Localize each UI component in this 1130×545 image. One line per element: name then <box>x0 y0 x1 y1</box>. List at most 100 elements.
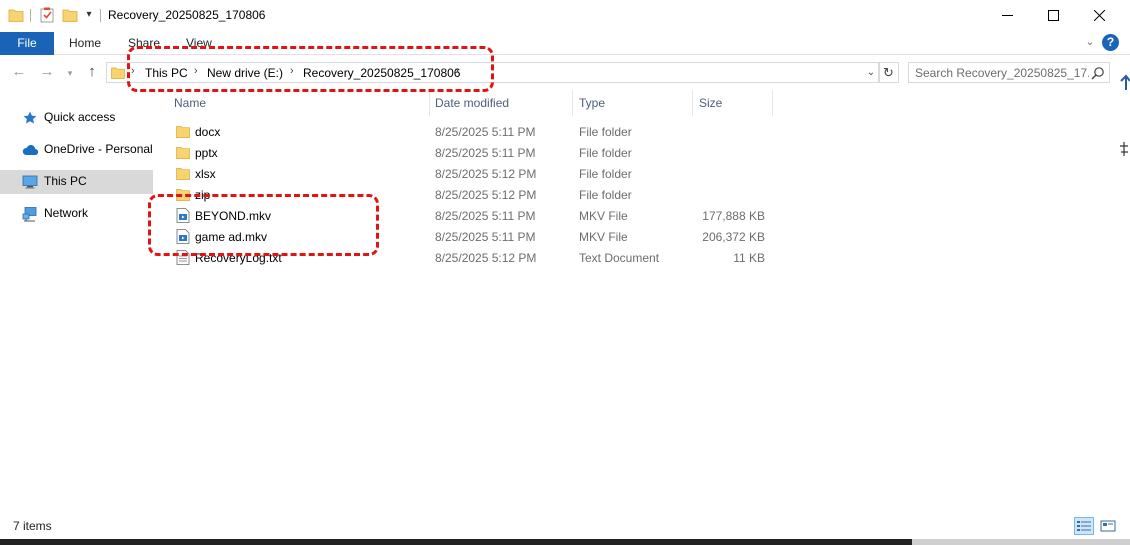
properties-icon[interactable] <box>40 7 55 23</box>
sidebar-item-quick-access[interactable]: Quick access <box>0 106 153 130</box>
file-date: 8/25/2025 5:11 PM <box>435 146 536 160</box>
tab-file[interactable]: File <box>0 32 54 55</box>
sidebar-item-onedrive[interactable]: OneDrive - Personal <box>0 138 153 162</box>
tab-share[interactable]: Share <box>128 36 160 50</box>
search-box[interactable] <box>908 62 1110 83</box>
file-name: docx <box>195 125 221 139</box>
list-item[interactable]: BEYOND.mkv 8/25/2025 5:11 PM MKV File 17… <box>169 205 929 226</box>
column-divider[interactable] <box>692 90 693 116</box>
back-button[interactable]: ← <box>10 64 28 82</box>
cloud-icon <box>22 145 38 156</box>
list-item[interactable]: docx 8/25/2025 5:11 PM File folder <box>169 121 929 142</box>
sidebar-item-label: OneDrive - Personal <box>44 142 153 156</box>
file-name: pptx <box>195 146 218 160</box>
large-icons-view-button[interactable] <box>1098 517 1118 535</box>
expand-ribbon-icon[interactable]: ⌄ <box>1082 34 1098 50</box>
file-date: 8/25/2025 5:12 PM <box>435 251 537 265</box>
file-type: File folder <box>579 188 632 202</box>
details-view-button[interactable] <box>1074 517 1094 535</box>
list-item[interactable]: zip 8/25/2025 5:12 PM File folder <box>169 184 929 205</box>
title-bar: ▾ Recovery_20250825_170806 <box>0 0 1130 32</box>
chevron-right-icon[interactable]: › <box>194 65 198 77</box>
folder-icon <box>176 189 190 202</box>
file-type: MKV File <box>579 209 628 223</box>
folder-icon[interactable] <box>8 7 24 23</box>
minimize-icon <box>1001 14 1013 16</box>
customize-quick-access-icon[interactable]: ▾ <box>83 8 95 22</box>
sidebar-item-label: Quick access <box>44 110 116 124</box>
folder-icon <box>111 67 125 79</box>
close-button[interactable] <box>1076 0 1122 30</box>
star-icon <box>23 111 37 124</box>
folder-icon <box>176 168 190 181</box>
column-divider[interactable] <box>572 90 573 116</box>
list-item[interactable]: pptx 8/25/2025 5:11 PM File folder <box>169 142 929 163</box>
minimize-button[interactable] <box>984 0 1030 30</box>
computer-icon <box>22 175 38 189</box>
window-title: Recovery_20250825_170806 <box>108 8 266 22</box>
up-button[interactable]: ↑ <box>83 64 101 82</box>
address-history-dropdown[interactable]: ⌄ <box>863 65 879 80</box>
search-input[interactable] <box>915 64 1089 81</box>
address-bar[interactable]: › This PC › New drive (E:) › Recovery_20… <box>106 62 880 83</box>
column-header-name[interactable]: Name <box>174 90 206 116</box>
separator <box>30 9 31 22</box>
file-name: zip <box>195 188 211 202</box>
column-divider[interactable] <box>772 90 773 116</box>
separator <box>100 9 101 22</box>
recent-locations-icon[interactable]: ▾ <box>65 65 75 81</box>
ribbon-tabs: File Home Share View ⌄ ? <box>0 32 1130 55</box>
taskbar-edge-light <box>912 539 1130 545</box>
navigation-pane: Quick access OneDrive - Personal This PC… <box>0 90 156 510</box>
file-type: Text Document <box>579 251 660 265</box>
breadcrumb-this-pc[interactable]: This PC <box>145 66 188 80</box>
sidebar-item-this-pc[interactable]: This PC <box>0 170 153 194</box>
file-date: 8/25/2025 5:11 PM <box>435 230 536 244</box>
background-window-edge <box>1118 70 1130 170</box>
list-item[interactable]: RecoveryLog.txt 8/25/2025 5:12 PM Text D… <box>169 247 929 268</box>
list-item[interactable]: xlsx 8/25/2025 5:12 PM File folder <box>169 163 929 184</box>
item-count: 7 items <box>13 519 52 533</box>
file-type: File folder <box>579 146 632 160</box>
file-size: 206,372 KB <box>702 230 765 244</box>
background-window-glyph <box>1120 74 1130 156</box>
tab-view[interactable]: View <box>186 36 212 50</box>
column-header-type[interactable]: Type <box>579 90 605 116</box>
file-type: File folder <box>579 167 632 181</box>
refresh-button[interactable]: ↻ <box>878 62 899 83</box>
chevron-right-icon[interactable]: › <box>455 65 459 77</box>
navigation-bar: ← → ▾ ↑ › This PC › New drive (E:) › Rec… <box>0 56 1130 88</box>
sidebar-item-label: This PC <box>44 174 87 188</box>
large-icons-view-icon <box>1100 520 1116 532</box>
chevron-right-icon[interactable]: › <box>290 65 294 77</box>
file-date: 8/25/2025 5:12 PM <box>435 188 537 202</box>
folder-icon <box>176 126 190 139</box>
breadcrumb-recovery-folder[interactable]: Recovery_20250825_170806 <box>303 66 460 80</box>
maximize-button[interactable] <box>1030 0 1076 30</box>
help-icon[interactable]: ? <box>1102 34 1119 51</box>
sidebar-item-label: Network <box>44 206 89 220</box>
network-icon <box>22 207 37 222</box>
folder-icon <box>176 147 190 160</box>
file-date: 8/25/2025 5:11 PM <box>435 125 536 139</box>
close-icon <box>1093 9 1105 21</box>
file-name: BEYOND.mkv <box>195 209 272 223</box>
video-file-icon <box>176 229 190 244</box>
tab-home[interactable]: Home <box>69 36 101 50</box>
column-divider[interactable] <box>429 90 430 116</box>
column-header-date[interactable]: Date modified <box>435 90 509 116</box>
new-folder-icon[interactable] <box>62 7 78 23</box>
sidebar-item-network[interactable]: Network <box>0 202 153 226</box>
breadcrumb-new-drive[interactable]: New drive (E:) <box>207 66 283 80</box>
file-type: File folder <box>579 125 632 139</box>
file-name: RecoveryLog.txt <box>195 251 282 265</box>
list-item[interactable]: game ad.mkv 8/25/2025 5:11 PM MKV File 2… <box>169 226 929 247</box>
video-file-icon <box>176 208 190 223</box>
file-size: 177,888 KB <box>702 209 765 223</box>
forward-button[interactable]: → <box>38 64 56 82</box>
search-icon[interactable] <box>1091 66 1105 80</box>
column-header-size[interactable]: Size <box>699 90 722 116</box>
text-file-icon <box>176 250 190 265</box>
details-view-icon <box>1077 521 1091 531</box>
file-list: Name Date modified Type Size docx 8/25/2… <box>157 90 1097 510</box>
